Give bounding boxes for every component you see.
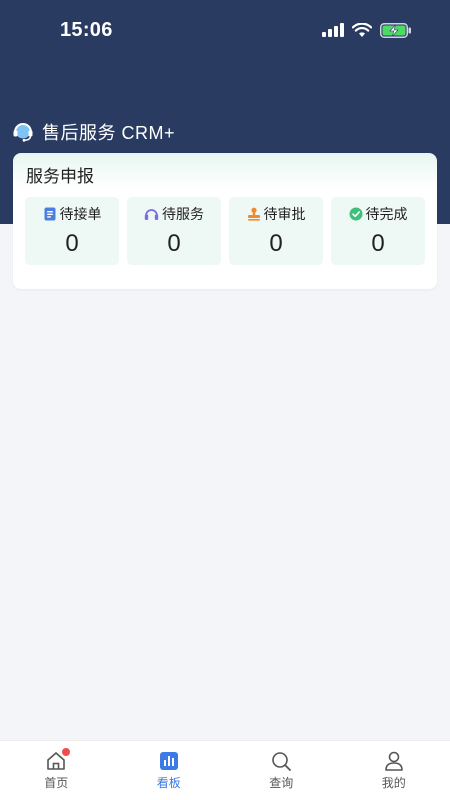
document-icon — [44, 207, 55, 221]
app-title-row: 售后服务 CRM+ — [12, 118, 175, 146]
tab-dashboard[interactable]: 看板 — [113, 741, 226, 800]
status-bar: 15:06 — [0, 0, 450, 60]
stats-row: 待接单 0 待服务 0 待审批 0 待完成 0 — [25, 197, 425, 265]
tab-label: 首页 — [44, 776, 69, 790]
stat-label: 待审批 — [263, 206, 306, 222]
stat-value: 0 — [65, 230, 79, 257]
card-title: 服务申报 — [26, 167, 94, 186]
dashboard-icon — [159, 752, 178, 770]
app-title: 售后服务 CRM+ — [42, 123, 176, 143]
user-icon — [384, 751, 403, 771]
tab-label: 看板 — [156, 776, 181, 790]
cellular-signal-icon — [322, 23, 344, 37]
status-time: 15:06 — [60, 19, 113, 41]
tab-label: 我的 — [381, 776, 406, 790]
stat-value: 0 — [167, 230, 181, 257]
stat-label: 待服务 — [162, 206, 204, 222]
stat-pending-service[interactable]: 待服务 0 — [127, 197, 221, 265]
stat-value: 0 — [371, 230, 385, 257]
stat-value: 0 — [269, 230, 283, 257]
stat-pending-complete[interactable]: 待完成 0 — [331, 197, 425, 265]
headset-icon — [144, 209, 159, 220]
customer-service-icon — [13, 123, 33, 142]
service-report-card: 服务申报 待接单 0 待服务 0 待审批 0 待完成 0 — [13, 153, 437, 289]
stat-pending-approval[interactable]: 待审批 0 — [229, 197, 323, 265]
stamp-icon — [247, 207, 260, 221]
battery-charging-icon — [380, 22, 411, 38]
search-icon — [272, 752, 292, 771]
wifi-icon — [352, 22, 372, 37]
stat-pending-accept[interactable]: 待接单 0 — [25, 197, 119, 265]
bottom-tab-bar: 首页 看板 查询 我的 — [0, 740, 450, 800]
tab-label: 查询 — [269, 776, 294, 790]
stat-label: 待接单 — [59, 206, 102, 222]
tab-profile[interactable]: 我的 — [338, 741, 450, 800]
status-icons — [322, 22, 412, 38]
check-circle-icon — [349, 207, 362, 221]
stat-label: 待完成 — [365, 206, 408, 222]
tab-home[interactable]: 首页 — [0, 741, 113, 800]
tab-search[interactable]: 查询 — [225, 741, 338, 800]
notification-badge — [62, 748, 71, 756]
